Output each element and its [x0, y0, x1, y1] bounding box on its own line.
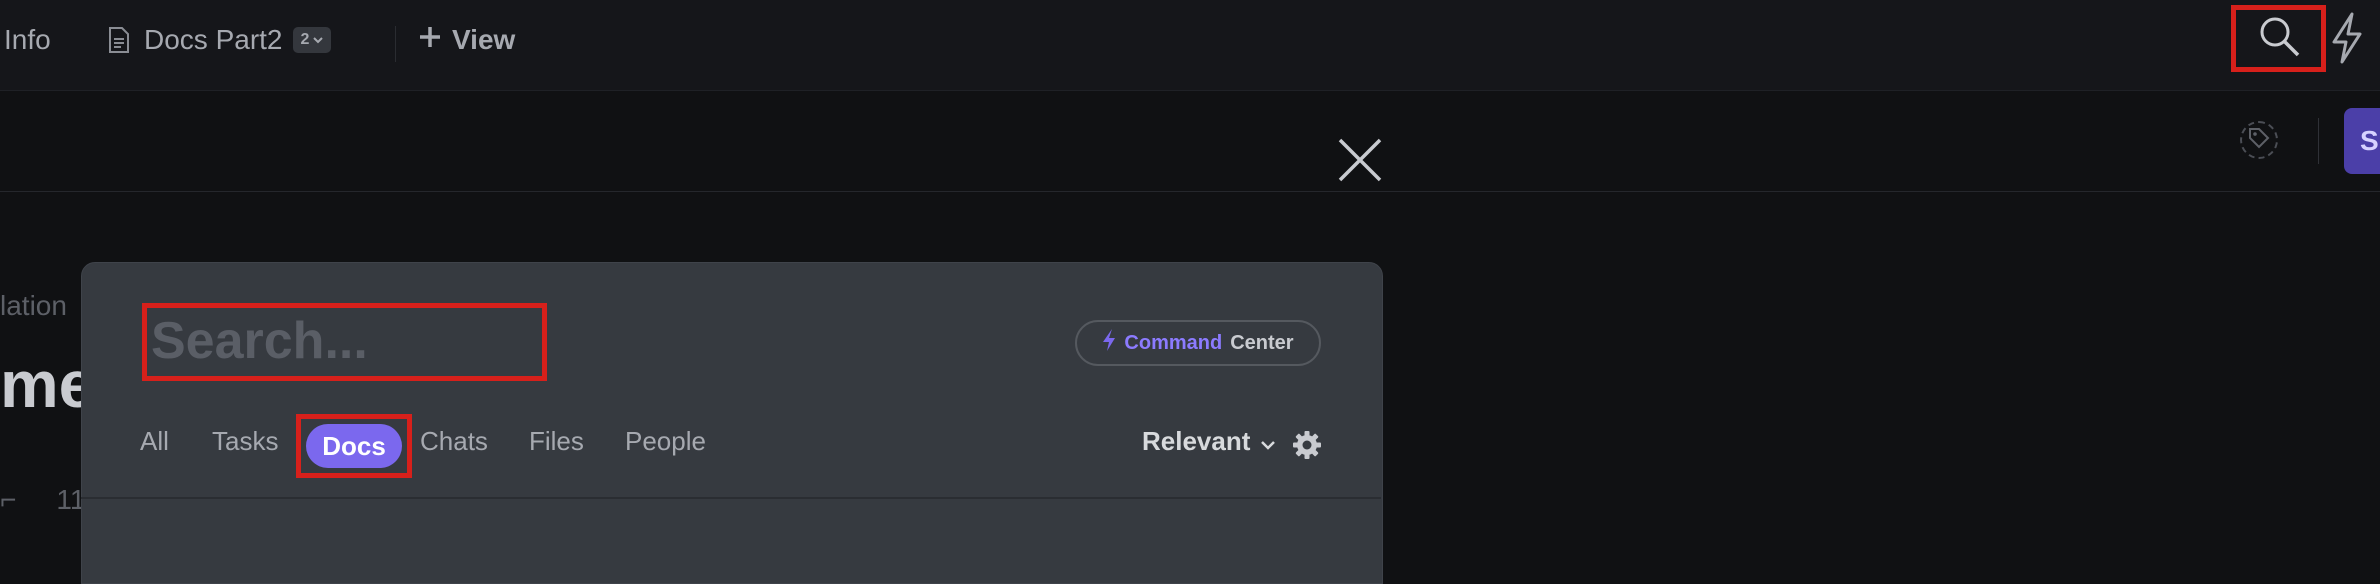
share-button[interactable]: S — [2344, 108, 2380, 174]
lightning-icon — [1102, 328, 1116, 358]
search-placeholder: Search... — [151, 312, 368, 370]
filter-docs-highlight: Docs — [296, 414, 412, 478]
tab-docs-part2[interactable]: Docs Part2 2 — [108, 24, 332, 56]
tab-info-label: Info — [4, 24, 51, 55]
tab-info[interactable]: Info — [4, 24, 51, 56]
relation-label: lation — [0, 290, 67, 321]
chevron-down-icon — [313, 31, 324, 49]
modal-divider — [81, 497, 1381, 499]
search-input[interactable]: Search... — [142, 303, 547, 381]
tab-divider — [395, 26, 396, 62]
filter-chats[interactable]: Chats — [420, 426, 488, 457]
tag-icon — [2248, 127, 2270, 154]
top-bar: Info Docs Part2 2 View — [0, 0, 2380, 91]
sort-dropdown[interactable]: Relevant — [1142, 426, 1276, 457]
automation-button[interactable] — [2330, 12, 2362, 69]
lightning-icon — [2330, 12, 2362, 68]
filter-files[interactable]: Files — [529, 426, 584, 457]
share-button-label: S — [2360, 125, 2379, 156]
add-view-button[interactable]: View — [418, 24, 515, 56]
filter-people[interactable]: People — [625, 426, 706, 457]
calendar-icon: ⌐ — [0, 484, 17, 515]
filter-all[interactable]: All — [140, 426, 169, 457]
command-center-word1: Command — [1124, 331, 1223, 354]
close-button[interactable] — [1336, 136, 1384, 184]
plus-icon — [418, 24, 442, 56]
badge-count: 2 — [300, 31, 310, 48]
document-icon — [108, 27, 130, 53]
tab-docs-label: Docs Part2 — [144, 24, 283, 55]
filter-tasks[interactable]: Tasks — [212, 426, 278, 457]
date-text: ⌐ 11/ — [0, 484, 93, 516]
search-icon — [2257, 14, 2301, 63]
page-header-bar — [0, 91, 2380, 192]
search-settings-button[interactable] — [1292, 430, 1322, 465]
chevron-down-icon — [1260, 426, 1276, 457]
command-center-button[interactable]: Command Center — [1075, 320, 1321, 366]
add-view-label: View — [452, 24, 516, 55]
sort-label: Relevant — [1142, 426, 1251, 456]
filter-docs[interactable]: Docs — [306, 424, 402, 468]
search-button[interactable] — [2231, 5, 2326, 72]
tag-button[interactable] — [2240, 121, 2278, 159]
gear-icon — [1292, 431, 1322, 464]
close-icon — [1336, 138, 1384, 188]
header-divider — [2318, 118, 2319, 164]
command-center-word2: Center — [1230, 331, 1294, 354]
tab-count-badge[interactable]: 2 — [292, 27, 332, 53]
